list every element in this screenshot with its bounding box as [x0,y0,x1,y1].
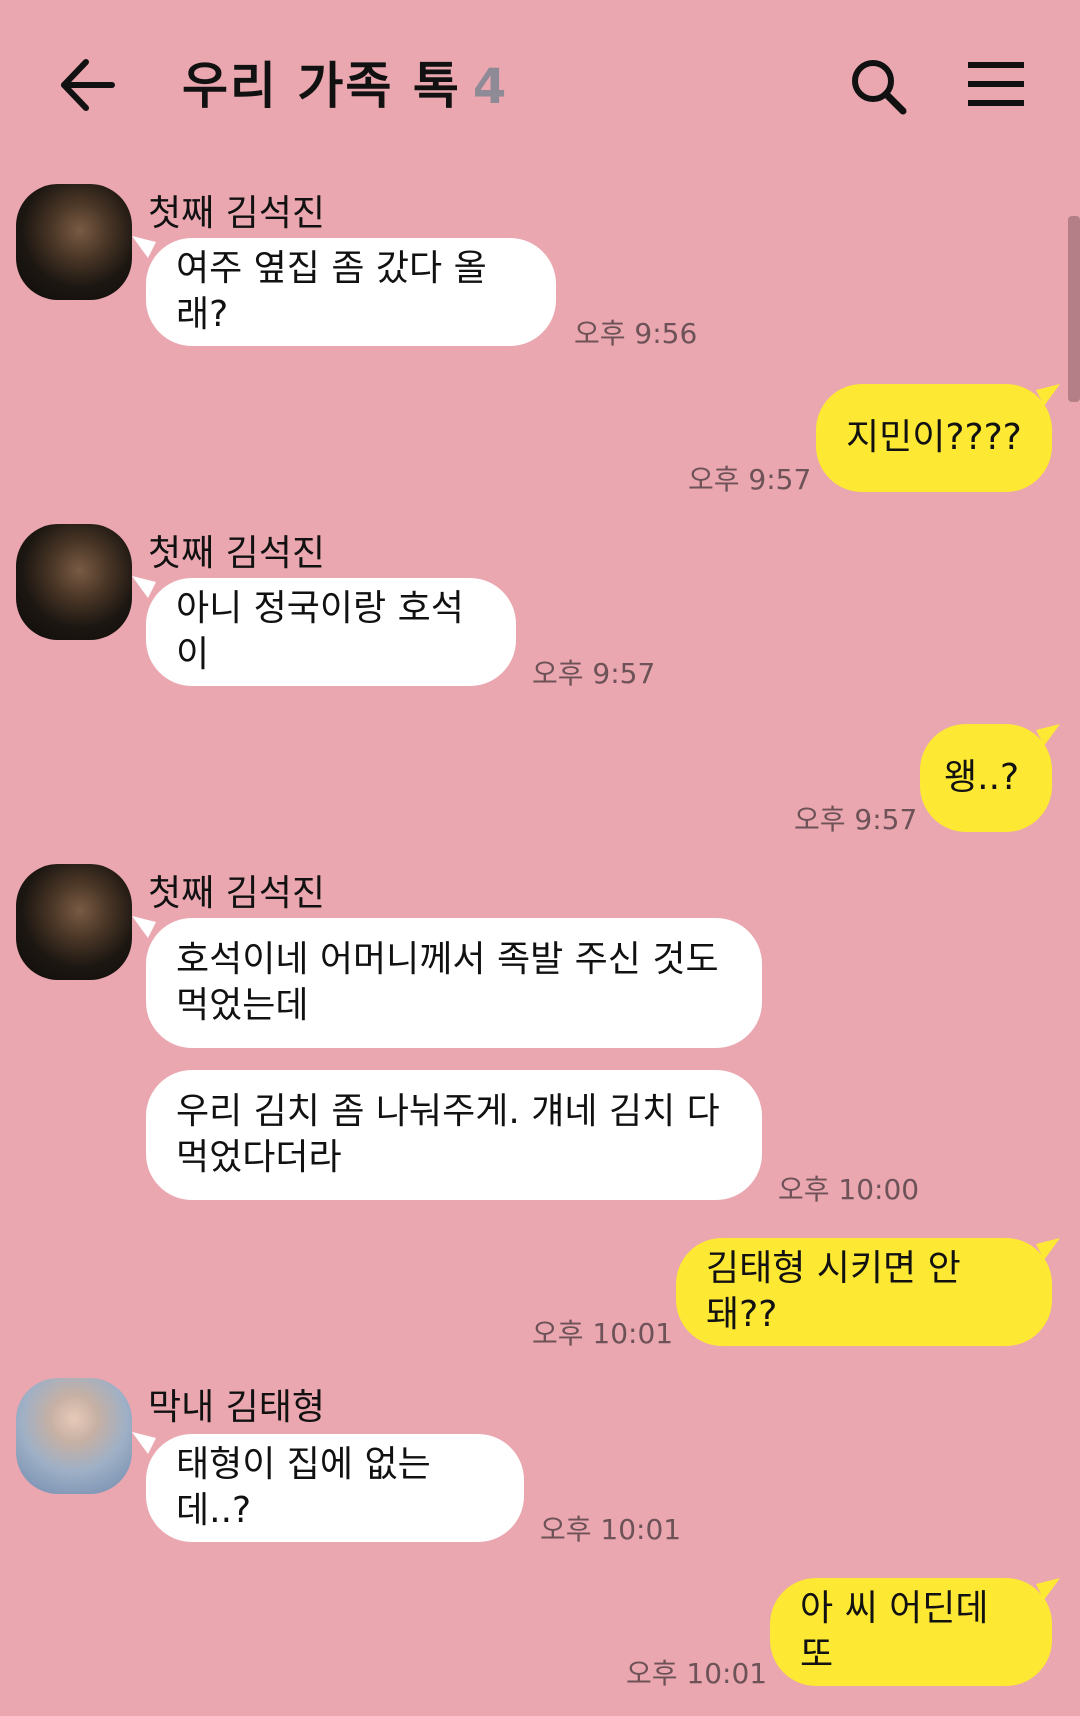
message-time: 오후 9:57 [688,463,812,496]
bubble-tail [132,916,156,938]
message-time: 오후 9:57 [794,803,918,836]
message-time: 오후 10:01 [532,1317,674,1350]
avatar[interactable] [16,524,132,640]
chat-header: 우리 가족 톡4 [0,0,1080,170]
chat-title: 우리 가족 톡4 [182,46,508,118]
message-time: 오후 10:00 [778,1173,920,1206]
message-text: 왱..? [944,757,1020,798]
sender-name: 막내 김태형 [148,1387,326,1428]
avatar[interactable] [16,1378,132,1494]
message-bubble[interactable]: 태형이 집에 없는데..? [146,1434,524,1542]
message-time: 오후 10:01 [540,1513,682,1546]
hamburger-menu-icon[interactable] [968,60,1024,108]
message-text: 태형이 집에 없는데..? [176,1444,431,1531]
message-bubble[interactable]: 여주 옆집 좀 갔다 올래? [146,238,556,346]
message-time: 오후 9:57 [532,657,656,690]
message-bubble[interactable]: 아 씨 어딘데 또 [770,1578,1052,1686]
bubble-tail [132,1432,156,1454]
sender-name: 첫째 김석진 [148,533,326,574]
message-bubble[interactable]: 지민이???? [816,384,1052,492]
avatar[interactable] [16,184,132,300]
message-text: 지민이???? [846,417,1022,458]
bubble-tail [132,576,156,598]
message-bubble[interactable]: 우리 김치 좀 나눠주게. 걔네 김치 다 먹었다더라 [146,1070,762,1200]
search-icon[interactable] [848,56,908,116]
bubble-tail [132,236,156,258]
message-text: 아 씨 어딘데 또 [800,1588,989,1675]
chat-title-text: 우리 가족 톡 [182,57,461,115]
message-text: 김태형 시키면 안돼?? [706,1248,961,1335]
back-arrow-icon[interactable] [58,56,116,114]
sender-name: 첫째 김석진 [148,193,326,234]
message-time: 오후 9:56 [574,317,698,350]
avatar[interactable] [16,864,132,980]
message-text: 아니 정국이랑 호석이 [176,588,464,675]
member-count: 4 [472,59,509,115]
message-bubble[interactable]: 호석이네 어머니께서 족발 주신 것도 먹었는데 [146,918,762,1048]
message-text: 호석이네 어머니께서 족발 주신 것도 먹었는데 [176,939,719,1026]
sender-name: 첫째 김석진 [148,873,326,914]
scrollbar[interactable] [1068,216,1080,402]
message-text: 우리 김치 좀 나눠주게. 걔네 김치 다 먹었다더라 [176,1091,720,1178]
message-bubble[interactable]: 김태형 시키면 안돼?? [676,1238,1052,1346]
message-text: 여주 옆집 좀 갔다 올래? [176,248,487,335]
message-bubble[interactable]: 왱..? [920,724,1052,832]
message-bubble[interactable]: 아니 정국이랑 호석이 [146,578,516,686]
message-time: 오후 10:01 [626,1657,768,1690]
